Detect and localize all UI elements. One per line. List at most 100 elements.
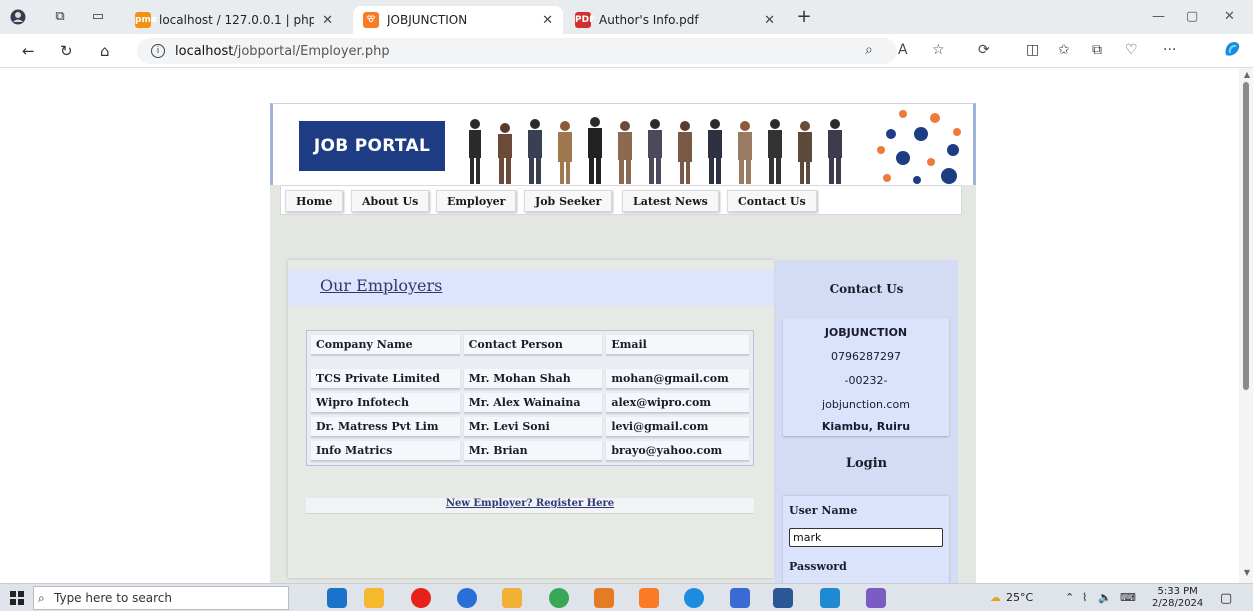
url-field[interactable]: i localhost/jobportal/Employer.php <box>137 38 897 64</box>
menu-employer[interactable]: Employer <box>436 190 517 212</box>
search-in-page-icon[interactable]: ⌕ <box>865 42 873 58</box>
vlc-icon[interactable] <box>594 588 614 608</box>
home-icon[interactable]: ⌂ <box>100 42 110 60</box>
scrollbar-thumb[interactable] <box>1243 82 1249 390</box>
tab-actions-icon[interactable]: ▭ <box>90 9 106 25</box>
phpmyadmin-icon: pma <box>135 12 157 28</box>
company-name-cell: Info Matrics <box>311 441 460 461</box>
volume-icon[interactable]: 🔈 <box>1098 591 1112 604</box>
sticky-notes-icon[interactable] <box>364 588 384 608</box>
register-employer-link[interactable]: New Employer? Register Here <box>306 498 754 514</box>
minimize-icon[interactable]: — <box>1152 9 1165 24</box>
refresh-icon[interactable]: ↻ <box>60 42 73 60</box>
browser-essentials-icon[interactable]: ♡ <box>1125 42 1138 58</box>
table-row: Wipro Infotech Mr. Alex Wainaina alex@wi… <box>311 393 749 413</box>
favorites-icon[interactable]: ✩ <box>1058 42 1070 58</box>
tab-strip: ⧉ ▭ pma localhost / 127.0.0.1 | phpMyAdm… <box>0 0 1253 34</box>
username-input[interactable]: mark <box>789 528 943 547</box>
network-icon[interactable]: ⌇ <box>1082 591 1087 604</box>
menu-job-seeker[interactable]: Job Seeker <box>524 190 613 212</box>
contact-us-heading: Contact Us <box>829 282 904 296</box>
contact-person-cell: Mr. Levi Soni <box>463 417 603 437</box>
company-name-cell: TCS Private Limited <box>311 369 460 389</box>
site-info-icon[interactable]: i <box>151 44 165 58</box>
word-icon[interactable] <box>773 588 793 608</box>
decorative-dots-graphic <box>877 110 961 184</box>
sidebar: Contact Us JOBJUNCTION 0796287297 -00232… <box>775 260 958 583</box>
restore-icon[interactable]: ▢ <box>1186 9 1198 24</box>
close-window-icon[interactable]: ✕ <box>1224 9 1235 24</box>
column-header: Company Name <box>311 335 460 355</box>
app-icon[interactable] <box>866 588 886 608</box>
vscode-icon[interactable] <box>820 588 840 608</box>
table-row: Info Matrics Mr. Brian brayo@yahoo.com <box>311 441 749 461</box>
taskbar-clock[interactable]: 5:33 PM 2/28/2024 <box>1152 586 1203 610</box>
close-tab-icon[interactable]: ✕ <box>764 13 775 28</box>
login-form: User Name mark Password <box>783 496 949 583</box>
table-row: Dr. Matress Pvt Lim Mr. Levi Soni levi@g… <box>311 417 749 437</box>
pdf-icon: PDF <box>575 12 595 28</box>
new-tab-icon[interactable]: + <box>796 8 812 26</box>
weather-temp[interactable]: 25°C <box>1006 591 1033 604</box>
url-host: localhost <box>175 43 234 59</box>
split-screen-icon[interactable]: ◫ <box>1026 42 1039 58</box>
workspaces-icon[interactable]: ⧉ <box>52 9 68 25</box>
back-icon[interactable]: ← <box>22 42 35 60</box>
app-icon[interactable] <box>730 588 750 608</box>
email-cell: brayo@yahoo.com <box>606 441 749 461</box>
site-logo[interactable]: JOB PORTAL <box>299 121 445 171</box>
contact-person-cell: Mr. Alex Wainaina <box>463 393 603 413</box>
tab-title: Author's Info.pdf <box>599 13 699 27</box>
close-tab-icon[interactable]: ✕ <box>542 13 553 28</box>
menu-about-us[interactable]: About Us <box>351 190 430 212</box>
scroll-up-icon[interactable]: ▲ <box>1244 70 1250 79</box>
website: jobjunction.com <box>822 398 910 411</box>
employers-table: Company Name Contact Person Email TCS Pr… <box>306 330 754 466</box>
windows-start-icon[interactable] <box>10 591 24 605</box>
show-hidden-icons-icon[interactable]: ⌃ <box>1065 591 1074 604</box>
location: Kiambu, Ruiru <box>821 420 911 433</box>
read-aloud-icon[interactable]: A <box>898 42 908 58</box>
employers-section: Our Employers Company Name Contact Perso… <box>288 260 774 578</box>
extensions-icon[interactable]: ⟳ <box>978 42 990 58</box>
taskbar-search-box[interactable]: ⌕ Type here to search <box>33 586 289 610</box>
close-tab-icon[interactable]: ✕ <box>322 13 333 28</box>
company-name-cell: Wipro Infotech <box>311 393 460 413</box>
tab-jobjunction[interactable]: ꕢ JOBJUNCTION ✕ <box>353 6 563 34</box>
table-header-row: Company Name Contact Person Email <box>311 335 749 355</box>
mail-app-icon[interactable] <box>327 588 347 608</box>
tab-title: localhost / 127.0.0.1 | phpMyAdm <box>159 13 315 27</box>
favorite-star-icon[interactable]: ☆ <box>932 42 945 58</box>
collections-icon[interactable]: ⧉ <box>1092 42 1102 58</box>
edge-icon[interactable] <box>684 588 704 608</box>
file-explorer-icon[interactable] <box>502 588 522 608</box>
username-label: User Name <box>789 504 858 517</box>
table-row: TCS Private Limited Mr. Mohan Shah mohan… <box>311 369 749 389</box>
app-icon[interactable] <box>457 588 477 608</box>
weather-icon[interactable]: ☁ <box>990 591 1001 604</box>
site-banner: JOB PORTAL <box>270 103 976 185</box>
profile-icon[interactable] <box>10 9 26 25</box>
menu-contact-us[interactable]: Contact Us <box>727 190 817 212</box>
chrome-icon[interactable] <box>549 588 569 608</box>
copilot-icon[interactable] <box>1222 39 1242 63</box>
tab-title: JOBJUNCTION <box>387 13 468 27</box>
contact-person-cell: Mr. Brian <box>463 441 603 461</box>
column-header: Contact Person <box>463 335 603 355</box>
menu-home[interactable]: Home <box>285 190 344 212</box>
opera-icon[interactable] <box>411 588 431 608</box>
tab-authors-info-pdf[interactable]: PDF Author's Info.pdf ✕ <box>565 6 785 34</box>
menu-latest-news[interactable]: Latest News <box>622 190 719 212</box>
scroll-down-icon[interactable]: ▼ <box>1244 568 1250 577</box>
language-icon[interactable]: ⌨ <box>1120 591 1136 604</box>
email-cell: levi@gmail.com <box>606 417 749 437</box>
email-cell: mohan@gmail.com <box>606 369 749 389</box>
company-name: JOBJUNCTION <box>824 326 908 339</box>
more-options-icon[interactable]: ··· <box>1163 42 1176 58</box>
search-placeholder: Type here to search <box>54 591 172 605</box>
section-header: Our Employers <box>288 270 774 306</box>
page-title: Our Employers <box>320 276 443 295</box>
tab-phpmyadmin[interactable]: pma localhost / 127.0.0.1 | phpMyAdm ✕ <box>125 6 343 34</box>
xampp-icon[interactable] <box>639 588 659 608</box>
notifications-icon[interactable]: ▢ <box>1220 591 1232 606</box>
